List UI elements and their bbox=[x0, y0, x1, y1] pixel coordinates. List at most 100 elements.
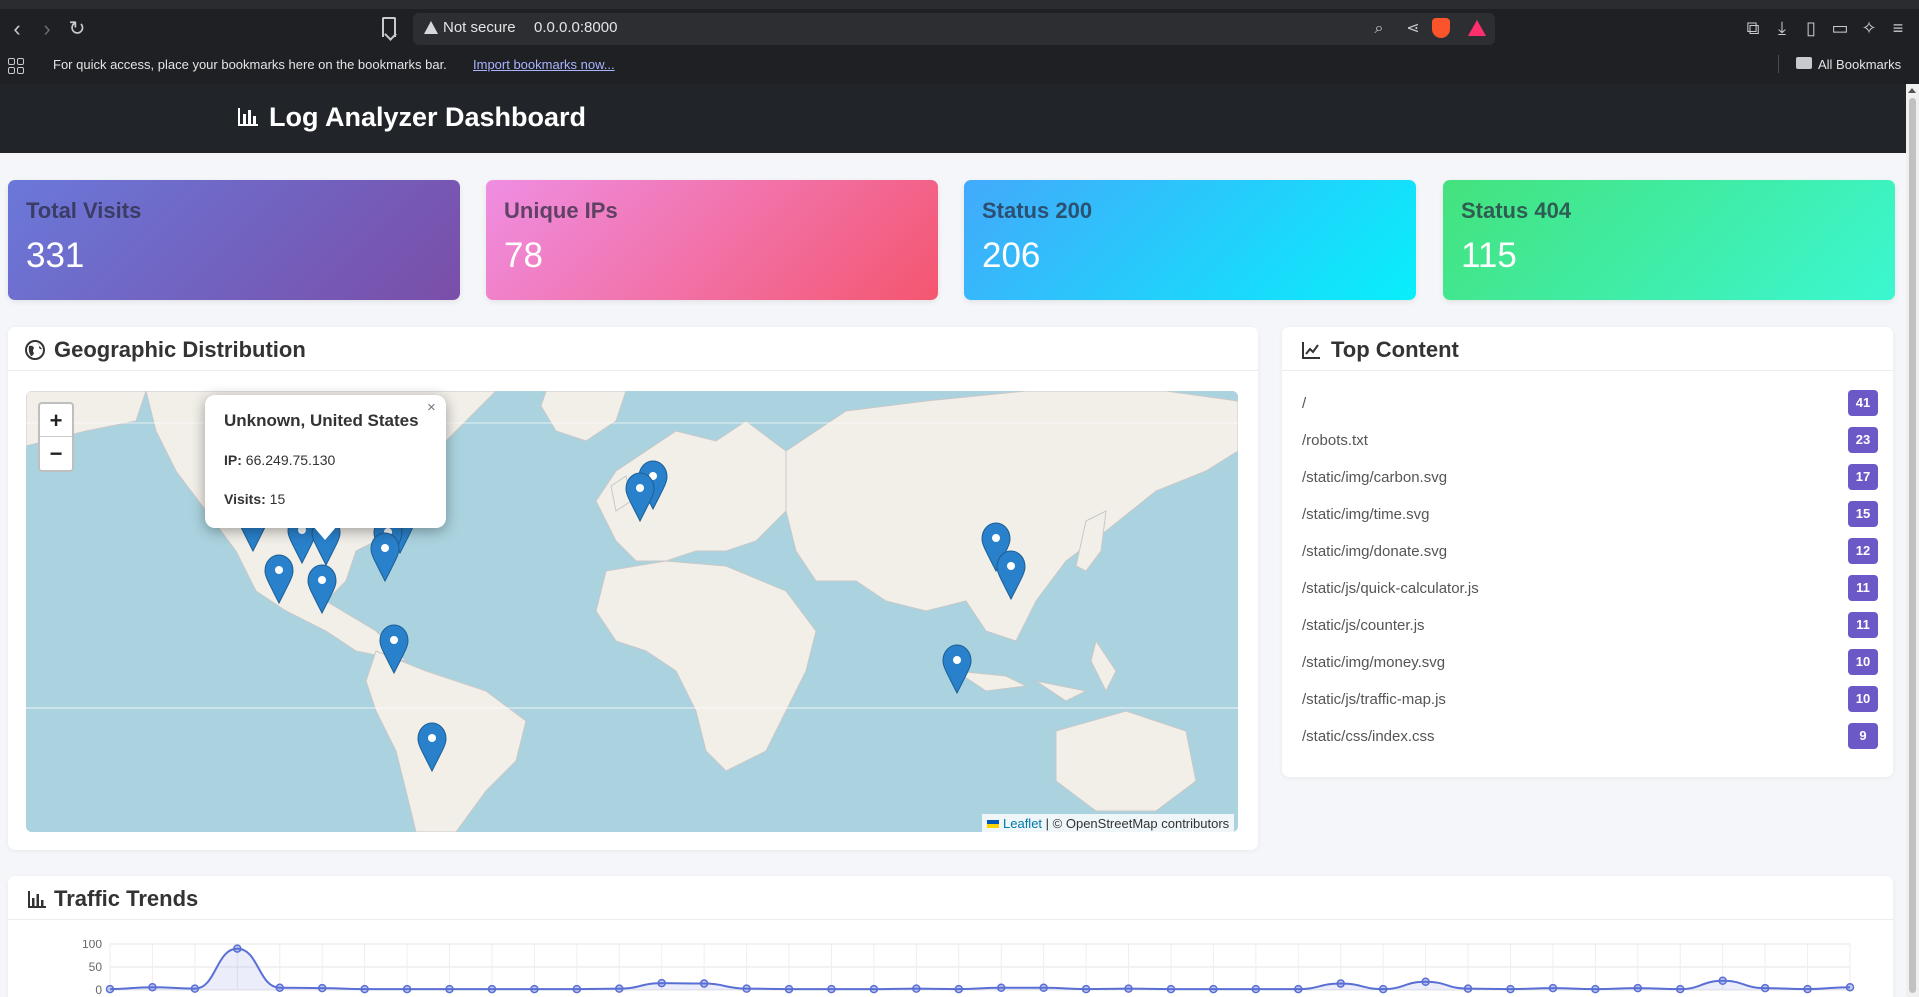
data-point[interactable] bbox=[1845, 982, 1855, 992]
leo-icon[interactable]: ✧ bbox=[1857, 16, 1881, 40]
data-point[interactable] bbox=[572, 984, 582, 994]
data-point[interactable] bbox=[784, 984, 794, 994]
stat-label: Status 200 bbox=[982, 198, 1093, 223]
leaflet-link[interactable]: Leaflet bbox=[1003, 816, 1042, 831]
data-point[interactable] bbox=[487, 984, 497, 994]
content-path: /static/js/counter.js bbox=[1302, 617, 1425, 634]
bar-chart-icon bbox=[238, 108, 258, 126]
download-icon[interactable]: ⤓ bbox=[1770, 16, 1794, 40]
zoom-icon[interactable]: ⌕ bbox=[1368, 18, 1390, 40]
data-point[interactable] bbox=[912, 984, 921, 993]
stat-card-unique-ips: Unique IPs 78 bbox=[486, 180, 938, 300]
all-bookmarks-button[interactable]: All Bookmarks bbox=[1818, 57, 1901, 72]
data-point[interactable] bbox=[1760, 983, 1770, 993]
data-point[interactable] bbox=[1209, 984, 1218, 994]
data-point[interactable] bbox=[1039, 983, 1048, 992]
data-point[interactable] bbox=[699, 979, 709, 988]
tab-strip bbox=[0, 0, 1919, 9]
data-point[interactable] bbox=[1294, 984, 1303, 994]
data-point[interactable] bbox=[1718, 976, 1727, 986]
menu-icon[interactable]: ≡ bbox=[1886, 16, 1910, 40]
list-item[interactable]: /static/css/index.css 9 bbox=[1302, 723, 1878, 753]
data-point[interactable] bbox=[233, 944, 242, 953]
not-secure-label[interactable]: Not secure bbox=[443, 19, 516, 36]
data-point[interactable] bbox=[105, 984, 115, 994]
map-marker[interactable] bbox=[307, 564, 337, 615]
data-point[interactable] bbox=[1548, 983, 1558, 993]
list-item[interactable]: / 41 bbox=[1302, 390, 1878, 420]
list-item[interactable]: /static/img/donate.svg 12 bbox=[1302, 538, 1878, 568]
data-point[interactable] bbox=[360, 984, 369, 994]
data-point[interactable] bbox=[1251, 984, 1261, 994]
list-item[interactable]: /static/img/money.svg 10 bbox=[1302, 649, 1878, 679]
data-point[interactable] bbox=[402, 984, 412, 994]
data-point[interactable] bbox=[148, 982, 157, 992]
map-attribution: Leaflet | © OpenStreetMap contributors bbox=[982, 814, 1235, 832]
data-point[interactable] bbox=[742, 984, 751, 993]
zoom-out-button[interactable]: − bbox=[40, 437, 72, 470]
extensions-icon[interactable]: ⧉ bbox=[1741, 16, 1765, 40]
data-point[interactable] bbox=[1591, 984, 1600, 994]
data-point[interactable] bbox=[827, 984, 836, 994]
data-point[interactable] bbox=[1803, 984, 1812, 994]
data-point[interactable] bbox=[996, 983, 1006, 992]
url-text[interactable]: 0.0.0.0:8000 bbox=[534, 19, 617, 36]
list-item[interactable]: /robots.txt 23 bbox=[1302, 427, 1878, 457]
apps-icon[interactable] bbox=[8, 58, 24, 74]
data-point[interactable] bbox=[954, 984, 964, 994]
map-marker[interactable] bbox=[370, 532, 400, 583]
warning-icon bbox=[424, 21, 438, 34]
share-icon[interactable]: ⋖ bbox=[1402, 18, 1424, 40]
list-item[interactable]: /static/js/traffic-map.js 10 bbox=[1302, 686, 1878, 716]
brave-rewards-icon[interactable] bbox=[1468, 20, 1486, 36]
scrollbar-thumb[interactable] bbox=[1909, 98, 1916, 993]
y-tick-label: 100 bbox=[82, 940, 102, 951]
stat-card-status-404: Status 404 115 bbox=[1443, 180, 1895, 300]
data-point[interactable] bbox=[1506, 984, 1515, 994]
data-point[interactable] bbox=[317, 983, 327, 993]
panel-header bbox=[8, 876, 1893, 920]
sidebar-icon[interactable]: ▯ bbox=[1799, 16, 1823, 40]
list-item[interactable]: /static/img/time.svg 15 bbox=[1302, 501, 1878, 531]
map-marker[interactable] bbox=[625, 472, 655, 523]
bookmark-icon[interactable] bbox=[382, 17, 396, 37]
map-marker[interactable] bbox=[379, 624, 409, 675]
scroll-up-arrow[interactable] bbox=[1908, 88, 1916, 93]
back-icon[interactable]: ‹ bbox=[4, 16, 30, 42]
data-point[interactable] bbox=[1166, 984, 1176, 994]
popup-ip: IP: 66.249.75.130 bbox=[224, 452, 335, 468]
zoom-control: + − bbox=[38, 402, 74, 472]
map-marker[interactable] bbox=[264, 554, 294, 605]
content-path: /static/img/carbon.svg bbox=[1302, 469, 1448, 486]
data-point[interactable] bbox=[1124, 984, 1133, 993]
brave-shield-icon[interactable] bbox=[1432, 18, 1450, 38]
map-marker[interactable] bbox=[996, 550, 1026, 601]
data-point[interactable] bbox=[275, 983, 285, 992]
data-point[interactable] bbox=[1378, 984, 1388, 994]
data-point[interactable] bbox=[615, 984, 624, 993]
data-point[interactable] bbox=[190, 984, 200, 993]
map-marker[interactable] bbox=[942, 644, 972, 695]
data-point[interactable] bbox=[1675, 984, 1685, 994]
data-point[interactable] bbox=[657, 978, 666, 988]
data-point[interactable] bbox=[1421, 977, 1430, 986]
list-item[interactable]: /static/img/carbon.svg 17 bbox=[1302, 464, 1878, 494]
zoom-in-button[interactable]: + bbox=[40, 404, 72, 437]
data-point[interactable] bbox=[1463, 984, 1473, 993]
data-point[interactable] bbox=[869, 984, 879, 994]
list-item[interactable]: /static/js/quick-calculator.js 11 bbox=[1302, 575, 1878, 605]
data-point[interactable] bbox=[1633, 983, 1643, 993]
import-bookmarks-link[interactable]: Import bookmarks now... bbox=[473, 57, 615, 72]
popup-close-button[interactable]: × bbox=[427, 399, 436, 416]
data-point[interactable] bbox=[1336, 979, 1345, 988]
list-item[interactable]: /static/js/counter.js 11 bbox=[1302, 612, 1878, 642]
popup-visits-value: 15 bbox=[269, 491, 286, 507]
wallet-icon[interactable]: ▭ bbox=[1828, 16, 1852, 40]
data-point[interactable] bbox=[445, 984, 454, 994]
data-point[interactable] bbox=[1081, 984, 1091, 994]
forward-icon[interactable]: › bbox=[34, 16, 60, 42]
reload-icon[interactable]: ↻ bbox=[64, 16, 90, 42]
count-badge: 23 bbox=[1848, 427, 1878, 453]
map-marker[interactable] bbox=[417, 722, 447, 773]
data-point[interactable] bbox=[530, 984, 539, 994]
